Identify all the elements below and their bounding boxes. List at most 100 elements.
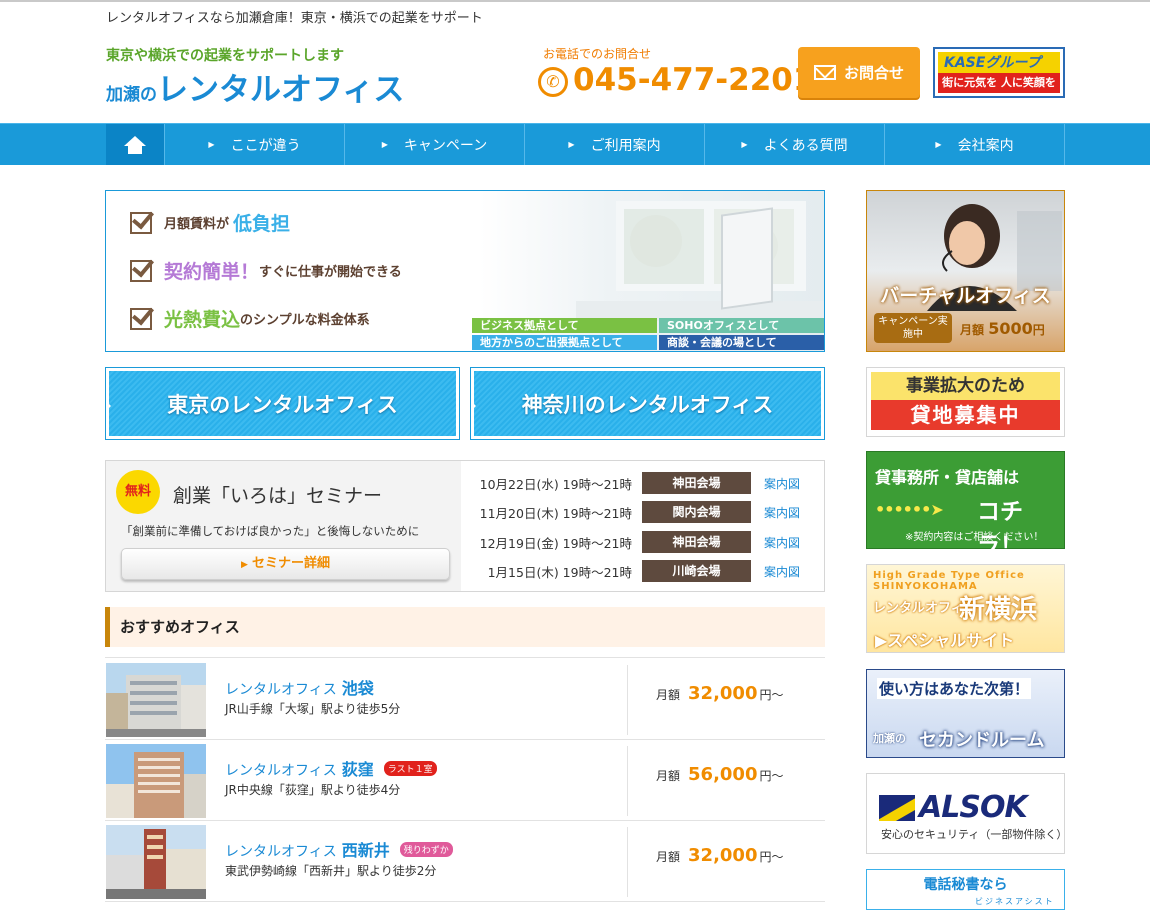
shinyokohama-line1: High Grade Type Office [873, 570, 1025, 581]
campaign-badge: キャンペーン実施中 [874, 313, 952, 343]
nav-item-faq[interactable]: ▶ よくある質問 [704, 124, 884, 165]
land-banner-line1: 事業拡大のため [871, 372, 1060, 400]
seminar-info: 無料 創業「いろは」セミナー 「創業前に準備しておけば良かった」と後悔しないため… [106, 461, 461, 591]
phone-secretary-title: 電話秘書なら [923, 877, 1008, 893]
seminar-date: 11月20日(木) 19時～21時 [479, 505, 632, 521]
nav-item-label: 会社案内 [957, 137, 1014, 154]
office-access: JR山手線「大塚」駅より徒歩5分 [225, 702, 401, 716]
office-listing-ogikubo[interactable]: レンタルオフィス 荻窪 ラスト１室 JR中央線「荻窪」駅より徒歩4分 月額 56,00… [105, 742, 825, 819]
office-listing-nishiarai[interactable]: レンタルオフィス 西新井 残りわずか 東武伊勢崎線「西新井」駅より徒歩2分 月額 32… [105, 823, 825, 900]
hero-tag-meeting: 商談・会議の場として [659, 335, 824, 350]
hero-point-1: 月額賃料が 低負担 [130, 209, 290, 236]
seminar-map-link[interactable]: 案内図 [764, 563, 800, 580]
nav-item-label: ご利用案内 [590, 137, 661, 154]
price-suffix: 円～ [759, 769, 784, 783]
office-photo [106, 663, 206, 737]
divider [105, 901, 825, 902]
site-logo[interactable]: 加瀬のレンタルオフィス [106, 64, 404, 109]
office-access: 東武伊勢崎線「西新井」駅より徒歩2分 [225, 864, 437, 878]
second-room-banner[interactable]: 使い方はあなた次第！ 加瀬の セカンドルーム [866, 669, 1065, 758]
contact-button-label: お問合せ [843, 64, 904, 82]
hero-tag-business: ビジネス拠点として [472, 318, 657, 333]
logo-prefix: 加瀬の [106, 85, 157, 105]
divider [627, 827, 628, 897]
seminar-detail-label: セミナー詳細 [251, 556, 330, 571]
seminar-map-link[interactable]: 案内図 [764, 475, 800, 492]
rental-space-line2: コチラ！ [977, 499, 1023, 559]
rental-space-line1: 貸事務所・貸店舗は [875, 468, 1020, 487]
seminar-session: 11月20日(木) 19時～21時 関内会場 案内図 [468, 501, 800, 523]
mail-icon [813, 65, 836, 80]
virtual-office-banner[interactable]: バーチャルオフィス キャンペーン実施中 月額 5000円 [866, 190, 1065, 352]
office-access: JR中央線「荻窪」駅より徒歩4分 [225, 783, 401, 797]
contact-button[interactable]: お問合せ [798, 47, 920, 98]
office-name: レンタルオフィス 荻窪 ラスト１室 [225, 756, 437, 780]
divider [105, 739, 825, 740]
nav-home[interactable] [106, 124, 164, 165]
hero-point-2: 契約簡単！ すぐに仕事が開始できる [130, 257, 402, 284]
land-banner-line2: 貸地募集中 [871, 400, 1060, 430]
tokyo-offices-label: 東京のレンタルオフィス [106, 371, 456, 436]
second-room-line3: セカンドルーム [919, 730, 1045, 751]
logo-title: レンタルオフィス [157, 72, 405, 108]
seminar-map-link[interactable]: 案内図 [764, 504, 800, 521]
hero-tag-soho: SOHOオフィスとして [659, 318, 824, 333]
shinyokohama-banner[interactable]: High Grade Type Office SHINYOKOHAMA レンタル… [866, 564, 1065, 653]
phone-icon: ✆ [538, 67, 568, 97]
hero-point-text: すぐに仕事が開始できる [259, 265, 402, 280]
price-value: 5000 [988, 319, 1033, 338]
seminar-venue: 関内会場 [642, 501, 751, 523]
office-location: 荻窪 [341, 760, 374, 779]
kase-group-banner[interactable]: KASEグループ 街に元気を 人に笑顔を [933, 47, 1065, 98]
hero-banner: 月額賃料が 低負担 契約簡単！ すぐに仕事が開始できる 光熱費込 のシンプルな料… [105, 190, 825, 352]
seminar-map-link[interactable]: 案内図 [764, 534, 800, 551]
hero-point-highlight: 光熱費込 [164, 309, 241, 331]
seminar-venue: 神田会場 [642, 472, 751, 494]
alsok-logo-text: ALSOK [919, 790, 1028, 825]
price-value: 56,000 [688, 764, 758, 785]
office-location: 西新井 [341, 841, 390, 860]
nav-item-difference[interactable]: ▶ ここが違う [164, 124, 344, 165]
triangle-icon: ▶ [568, 140, 575, 149]
office-name-prefix: レンタルオフィス [225, 682, 337, 698]
price-suffix: 円～ [759, 850, 784, 864]
logo-subtitle: 東京や横浜での起業をサポートします [106, 48, 344, 64]
alsok-banner[interactable]: ALSOK 安心のセキュリティ（一部物件除く） [866, 773, 1067, 854]
office-name-prefix: レンタルオフィス [225, 763, 337, 779]
seminar-venue: 神田会場 [642, 531, 751, 553]
phone-number[interactable]: 045-477-2201 [573, 62, 814, 98]
nav-item-label: ここが違う [230, 137, 301, 154]
second-room-line2: 加瀬の [873, 732, 906, 745]
office-window-image [576, 191, 824, 321]
tokyo-offices-button[interactable]: 東京のレンタルオフィス [105, 367, 460, 440]
nav-item-company[interactable]: ▶ 会社案内 [884, 124, 1065, 165]
alsok-logo: ALSOK [879, 790, 1028, 825]
office-listing-ikebukuro[interactable]: レンタルオフィス 池袋 JR山手線「大塚」駅より徒歩5分 月額 32,000 円～ [105, 661, 825, 738]
office-name: レンタルオフィス 西新井 残りわずか [225, 837, 453, 861]
office-name-prefix: レンタルオフィス [225, 844, 337, 860]
arrow-icon: ••••••➤ [875, 500, 944, 519]
seminar-detail-button[interactable]: ▶ セミナー詳細 [121, 548, 450, 580]
virtual-office-title: バーチャルオフィス [880, 285, 1051, 307]
seminar-date: 12月19日(金) 19時～21時 [479, 535, 632, 551]
seminar-box: 無料 創業「いろは」セミナー 「創業前に準備しておけば良かった」と後悔しないため… [105, 460, 825, 592]
rental-space-banner[interactable]: 貸事務所・貸店舗は ••••••➤ コチラ！ ※契約内容はご相談ください！ [866, 451, 1065, 559]
divider [627, 665, 628, 735]
checkbox-icon [130, 259, 152, 282]
kanagawa-offices-button[interactable]: 神奈川のレンタルオフィス [470, 367, 825, 440]
triangle-icon: ▶ [935, 140, 942, 149]
free-badge: 無料 [116, 470, 160, 514]
seminar-date: 1月15日(木) 19時～21時 [487, 564, 632, 580]
hero-tag-business-trip: 地方からのご出張拠点として [472, 335, 657, 350]
land-recruitment-banner[interactable]: 事業拡大のため 貸地募集中 [866, 367, 1065, 437]
alsok-mark-icon [879, 794, 915, 821]
phone-secretary-banner[interactable]: 電話秘書なら ビジネスアシスト [866, 869, 1065, 910]
triangle-icon: ▶ [208, 140, 215, 149]
nav-item-campaign[interactable]: ▶ キャンペーン [344, 124, 524, 165]
nav-item-label: よくある質問 [763, 137, 848, 154]
seminar-venue: 川崎会場 [642, 560, 751, 582]
nav-item-guide[interactable]: ▶ ご利用案内 [524, 124, 704, 165]
office-location: 池袋 [341, 679, 374, 698]
office-photo [106, 744, 206, 818]
virtual-office-price: 月額 5000円 [960, 319, 1045, 338]
